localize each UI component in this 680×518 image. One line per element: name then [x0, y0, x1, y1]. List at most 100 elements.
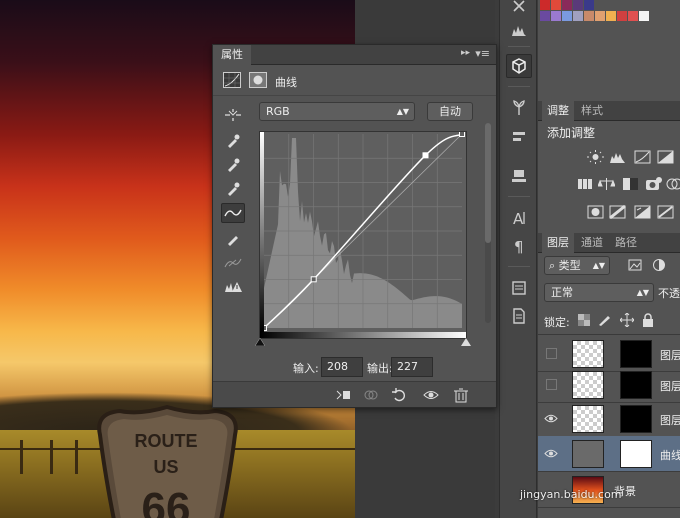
auto-button[interactable]: 自动 [427, 102, 473, 121]
notes-icon[interactable] [506, 276, 532, 300]
properties-tab[interactable]: 属性 [213, 45, 251, 65]
swatch[interactable] [540, 11, 550, 21]
input-field[interactable]: 208 [321, 357, 363, 377]
curves-icon[interactable] [634, 150, 651, 164]
curve-point-tool-icon[interactable] [221, 203, 245, 223]
blend-mode-value: 正常 [551, 286, 573, 299]
tab-adjustments[interactable]: 调整 [542, 101, 574, 121]
scrollbar-thumb[interactable] [485, 123, 491, 243]
gradient-map-icon[interactable] [657, 205, 674, 219]
swatch[interactable] [551, 0, 561, 10]
plant-icon[interactable] [506, 96, 532, 120]
channel-mixer-icon[interactable] [666, 177, 680, 191]
swatch[interactable] [595, 11, 605, 21]
swatch[interactable] [584, 0, 594, 10]
adjustment-title: 曲线 [275, 76, 297, 89]
layer-name: 曲线 [660, 449, 680, 462]
layer-name: 图层 [660, 414, 680, 427]
reset-icon[interactable] [391, 387, 407, 403]
tab-channels[interactable]: 通道 [576, 233, 608, 253]
swatch[interactable] [551, 11, 561, 21]
layer-row-selected[interactable]: 曲线 [538, 436, 680, 472]
character-icon[interactable]: A [506, 206, 532, 230]
brightness-icon[interactable] [587, 150, 604, 164]
swatch[interactable] [639, 11, 649, 21]
white-point-slider[interactable] [461, 338, 471, 346]
panel-scrollbar[interactable] [485, 123, 491, 323]
3d-cube-icon[interactable] [506, 54, 532, 78]
stamp-icon[interactable] [506, 164, 532, 188]
layer-row[interactable]: 图层 [538, 401, 680, 437]
panel-menu-icon[interactable]: ▾≡ [475, 47, 490, 60]
threshold-icon[interactable] [634, 205, 651, 219]
trash-icon[interactable] [453, 387, 469, 403]
swatch[interactable] [573, 0, 583, 10]
paragraph-icon[interactable]: ¶ [506, 234, 532, 258]
posterize-icon[interactable] [609, 205, 626, 219]
layer-mask-thumbnail [620, 371, 652, 399]
swatch[interactable] [540, 0, 550, 10]
channel-select[interactable]: RGB ▲▼ [259, 102, 415, 121]
visibility-toggle[interactable] [546, 348, 557, 359]
fence-post [20, 440, 23, 474]
curve-control-point[interactable] [422, 152, 429, 159]
swatch[interactable] [562, 11, 572, 21]
curve-control-point[interactable] [310, 276, 317, 283]
swatch[interactable] [606, 11, 616, 21]
lock-pixels-icon[interactable] [598, 314, 612, 326]
opacity-label: 不透 [658, 287, 680, 300]
tab-styles[interactable]: 样式 [576, 101, 608, 121]
brush-preset-icon[interactable] [506, 0, 532, 18]
black-point-slider[interactable] [255, 338, 265, 346]
visibility-toggle[interactable] [546, 379, 557, 390]
adjustments-tabs: 调整 样式 [538, 101, 680, 121]
lock-transparent-icon[interactable] [578, 314, 590, 326]
mask-icon[interactable] [249, 72, 267, 88]
right-panel-column: 调整 样式 添加调整 图层 通道 路径 ⌕ 类型 ▲▼ 正常 ▲▼ 不透 锁定:… [538, 0, 680, 518]
swatch[interactable] [628, 11, 638, 21]
svg-text:¶: ¶ [514, 238, 524, 255]
clip-to-layer-icon[interactable] [335, 387, 351, 403]
swatch[interactable] [584, 11, 594, 21]
adjustment-filter-icon[interactable] [652, 258, 666, 272]
smooth-curve-icon[interactable] [221, 253, 245, 273]
lock-position-icon[interactable] [620, 313, 634, 327]
image-filter-icon[interactable] [628, 258, 642, 272]
lock-all-icon[interactable] [642, 313, 654, 327]
pencil-icon[interactable] [221, 229, 245, 249]
levels-icon[interactable] [609, 150, 626, 164]
visibility-eye-icon[interactable] [423, 387, 439, 403]
invert-icon[interactable] [587, 205, 604, 219]
curve-control-point[interactable] [459, 132, 465, 137]
layer-row[interactable]: 图层 [538, 367, 680, 403]
swatch-adjust-icon[interactable] [506, 124, 532, 148]
view-previous-icon[interactable] [363, 387, 379, 403]
photo-filter-icon[interactable] [645, 177, 662, 191]
curve-graph[interactable] [259, 131, 467, 339]
black-white-icon[interactable] [622, 177, 639, 191]
clipping-warning-icon[interactable] [221, 277, 245, 297]
curves-adjust-icon[interactable] [223, 72, 241, 88]
swatch[interactable] [617, 11, 627, 21]
targeted-adjust-icon[interactable] [221, 105, 245, 125]
gray-eyedropper-icon[interactable] [221, 155, 245, 175]
swatch[interactable] [573, 11, 583, 21]
layer-thumbnail [572, 340, 604, 368]
blend-mode-select[interactable]: 正常 ▲▼ [544, 283, 654, 302]
tab-paths[interactable]: 路径 [610, 233, 642, 253]
eye-icon[interactable] [544, 413, 558, 424]
output-field[interactable]: 227 [391, 357, 433, 377]
vibrance-icon[interactable] [576, 177, 593, 191]
histogram-icon[interactable] [506, 18, 532, 42]
eye-icon[interactable] [544, 448, 558, 459]
white-eyedropper-icon[interactable] [221, 179, 245, 199]
layer-name: 图层 [660, 380, 680, 393]
collapse-icon[interactable]: ▸▸ [461, 48, 470, 58]
tab-layers[interactable]: 图层 [542, 233, 574, 253]
exposure-icon[interactable] [657, 150, 674, 164]
document-icon[interactable] [506, 304, 532, 328]
swatch[interactable] [562, 0, 572, 10]
layer-filter-select[interactable]: ⌕ 类型 ▲▼ [544, 256, 610, 275]
color-balance-icon[interactable] [598, 177, 615, 191]
black-eyedropper-icon[interactable] [221, 131, 245, 151]
